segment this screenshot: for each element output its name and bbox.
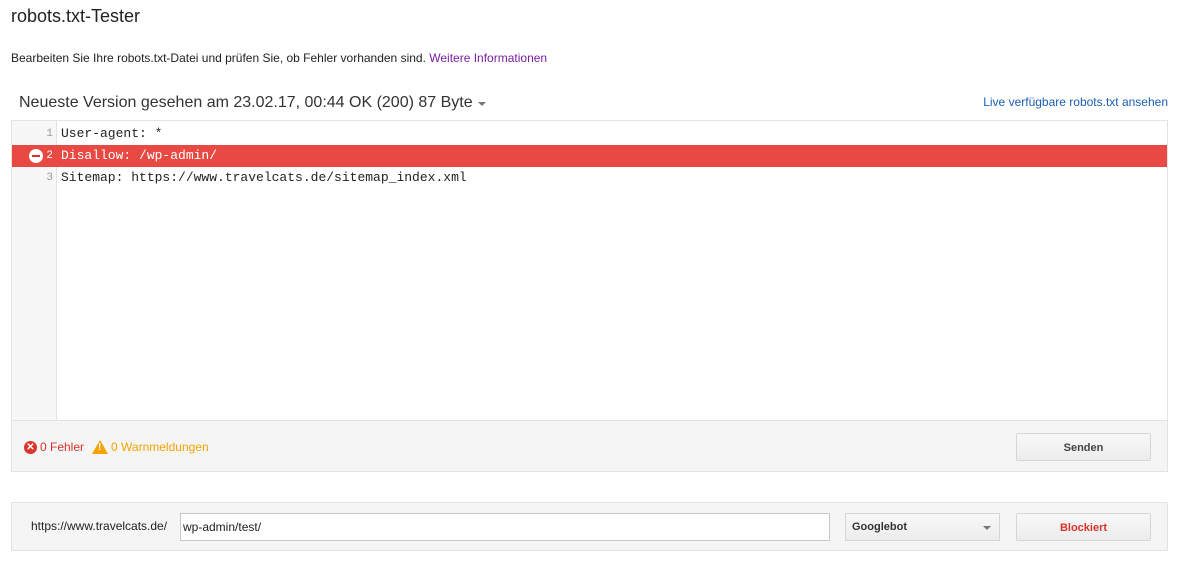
line-number: 3: [46, 172, 53, 184]
user-agent-value: Googlebot: [852, 521, 907, 533]
editor-panel: 1 User-agent: * 2 Disallow: /wp-admin/ 3…: [11, 120, 1168, 472]
validation-status: ✕ 0 Fehler ! 0 Warnmeldungen: [24, 440, 209, 454]
code-text: Sitemap: https://www.travelcats.de/sitem…: [61, 170, 467, 185]
test-result-button[interactable]: Blockiert: [1016, 513, 1151, 541]
test-url-input[interactable]: [180, 513, 830, 541]
code-text: Disallow: /wp-admin/: [61, 148, 218, 163]
page-title: robots.txt-Tester: [11, 6, 141, 26]
more-info-link[interactable]: Weitere Informationen: [429, 51, 547, 65]
live-robots-link[interactable]: Live verfügbare robots.txt ansehen: [983, 95, 1168, 109]
intro-text-container: Bearbeiten Sie Ihre robots.txt-Datei und…: [11, 51, 547, 65]
code-text: User-agent: *: [61, 126, 163, 141]
user-agent-select[interactable]: Googlebot: [845, 513, 1000, 541]
robots-editor[interactable]: 1 User-agent: * 2 Disallow: /wp-admin/ 3…: [12, 121, 1167, 421]
url-prefix: https://www.travelcats.de/: [31, 519, 168, 533]
warning-count: 0 Warnmeldungen: [111, 440, 209, 454]
version-dropdown[interactable]: Neueste Version gesehen am 23.02.17, 00:…: [19, 94, 486, 112]
version-label: Neueste Version gesehen am 23.02.17, 00:…: [19, 94, 473, 111]
warning-icon: !: [92, 440, 109, 454]
intro-text: Bearbeiten Sie Ihre robots.txt-Datei und…: [11, 51, 430, 65]
chevron-down-icon: [983, 526, 991, 530]
send-button[interactable]: Senden: [1016, 433, 1151, 461]
error-icon: ✕: [24, 440, 37, 454]
code-line-1[interactable]: 1 User-agent: *: [12, 123, 1167, 145]
chevron-down-icon: [477, 102, 486, 106]
error-count: 0 Fehler: [40, 440, 85, 454]
line-number: 1: [46, 128, 53, 140]
code-line-2[interactable]: 2 Disallow: /wp-admin/: [12, 145, 1167, 167]
url-test-panel: https://www.travelcats.de/ Googlebot Blo…: [11, 502, 1168, 551]
line-number: 2: [46, 150, 53, 162]
code-line-3[interactable]: 3 Sitemap: https://www.travelcats.de/sit…: [12, 167, 1167, 189]
